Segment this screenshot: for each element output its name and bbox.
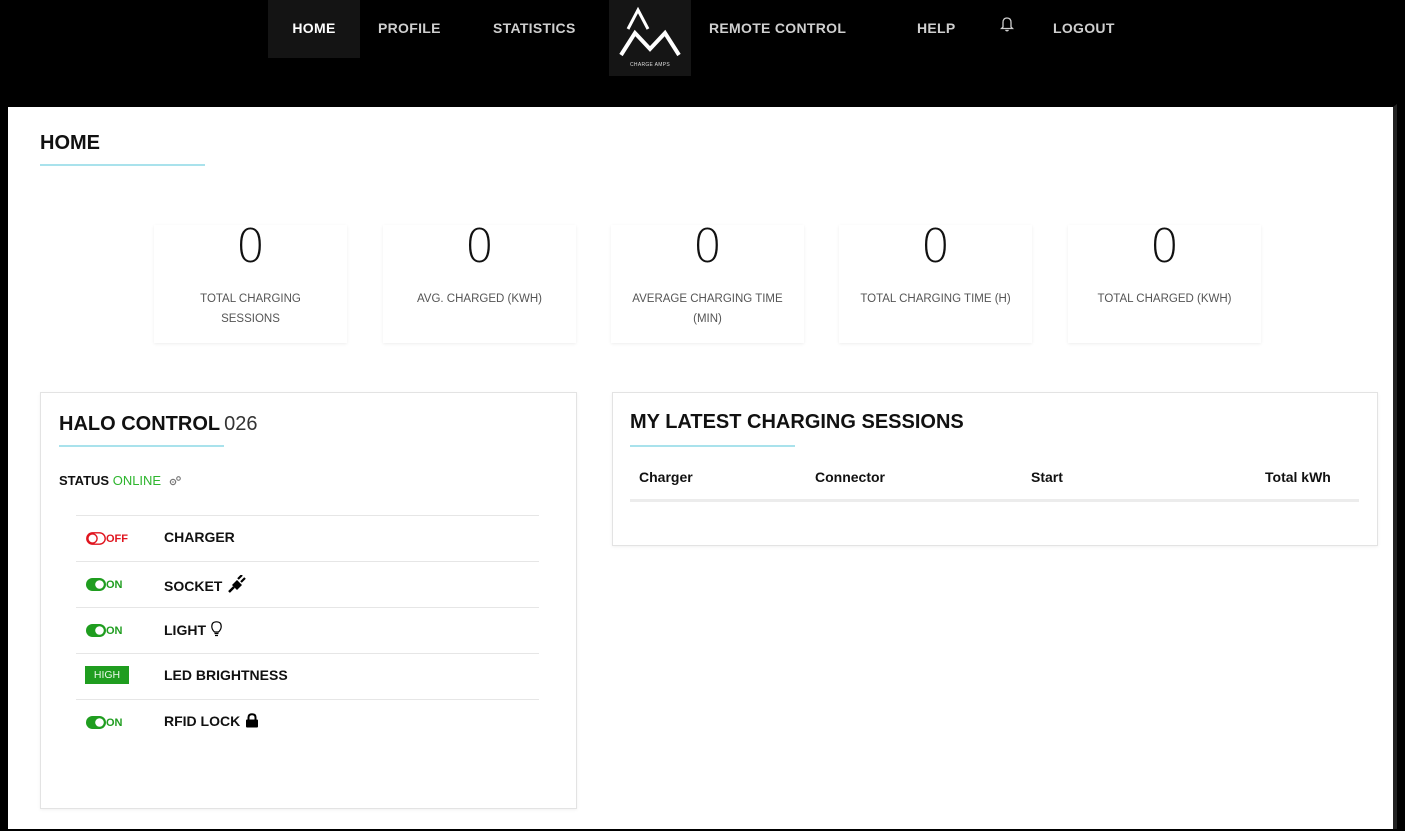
light-toggle[interactable]: ON [86,623,146,639]
toggle-on-icon [86,624,106,637]
column-header-charger[interactable]: Charger [639,469,693,485]
halo-control-card: HALO CONTROL 026 STATUS ONLINE OFF CHARGE… [40,392,577,809]
logo-mark-icon [619,6,681,57]
control-row-light: ON LIGHT [76,607,539,654]
toggle-on-icon [86,578,106,591]
toggle-state: ON [106,625,123,637]
toggle-state: ON [106,579,123,591]
rfid-lock-toggle[interactable]: ON [86,715,146,731]
control-row-charger: OFF CHARGER [76,515,539,562]
column-header-start[interactable]: Start [1031,469,1063,485]
nav-profile[interactable]: PROFILE [378,0,441,58]
stat-value: 0 [464,219,495,273]
stat-label: TOTAL CHARGING SESSIONS [200,293,301,325]
latest-sessions-title: MY LATEST CHARGING SESSIONS [630,411,964,433]
card-title-underline [59,445,224,447]
toggle-on-icon [86,716,106,729]
lightbulb-icon [211,621,222,637]
charger-toggle[interactable]: OFF [86,531,146,547]
page-title: HOME [40,132,100,154]
top-navigation-bar: HOME PROFILE STATISTICS CHARGE AMPS REMO… [0,0,1405,104]
charger-number: 026 [224,413,258,435]
control-label-wrap: LIGHT [164,621,222,638]
status-value: ONLINE [112,473,162,488]
stat-label: AVERAGE CHARGING TIME (MIN) [632,293,783,325]
control-label: SOCKET [164,578,223,594]
control-row-socket: ON SOCKET [76,561,539,608]
control-label: CHARGER [164,529,235,545]
control-label-wrap: SOCKET [164,575,247,594]
control-label-wrap: RFID LOCK [164,713,259,729]
bell-icon[interactable] [999,16,1015,37]
stat-value: 0 [920,219,951,273]
toggle-off-icon [86,532,106,545]
nav-statistics[interactable]: STATISTICS [493,0,576,58]
stat-label: TOTAL CHARGING TIME (H) [860,293,1011,305]
stat-value: 0 [692,219,723,273]
stat-total-charging-time: 0 TOTAL CHARGING TIME (H) [839,219,1032,343]
status-line: STATUS ONLINE [59,473,182,488]
toggle-state: ON [106,717,123,729]
table-header-divider [630,499,1359,502]
control-row-rfid-lock: ON RFID LOCK [76,699,539,746]
latest-sessions-card: MY LATEST CHARGING SESSIONS Charger Conn… [612,392,1378,546]
toggle-state: OFF [106,533,128,545]
column-header-connector[interactable]: Connector [815,469,885,485]
gear-icon[interactable] [168,475,182,487]
control-label: LED BRIGHTNESS [164,667,288,683]
status-label: STATUS [59,473,110,488]
stat-average-charging-time: 0 AVERAGE CHARGING TIME (MIN) [611,219,804,343]
stat-total-charged: 0 TOTAL CHARGED (KWH) [1068,219,1261,343]
control-label: LIGHT [164,622,206,638]
title-underline [40,164,205,166]
lock-icon [246,713,259,728]
column-header-total-kwh[interactable]: Total kWh [1265,469,1331,485]
card-title-underline [630,445,795,447]
main-content: HOME 0 TOTAL CHARGING SESSIONS 0 AVG. CH… [8,104,1397,829]
nav-help[interactable]: HELP [917,0,956,58]
nav-logout[interactable]: LOGOUT [1053,0,1115,58]
halo-control-title: HALO CONTROL 026 [59,413,257,436]
stat-value: 0 [1149,219,1180,273]
control-row-led-brightness: HIGH LED BRIGHTNESS [76,653,539,700]
control-label: RFID LOCK [164,713,241,729]
stat-label: AVG. CHARGED (KWH) [416,293,542,305]
stat-label: TOTAL CHARGED (KWH) [1097,293,1232,305]
plug-icon [228,575,247,593]
stat-value: 0 [235,219,266,273]
nav-home[interactable]: HOME [268,0,360,58]
charge-amps-logo[interactable]: CHARGE AMPS [609,0,691,76]
nav-remote-control[interactable]: REMOTE CONTROL [709,0,846,58]
logo-text: CHARGE AMPS [630,62,670,68]
stat-total-charging-sessions: 0 TOTAL CHARGING SESSIONS [154,219,347,343]
stat-avg-charged: 0 AVG. CHARGED (KWH) [383,219,576,343]
brightness-high-badge[interactable]: HIGH [85,666,129,684]
socket-toggle[interactable]: ON [86,577,146,593]
halo-control-name: HALO CONTROL [59,413,221,435]
